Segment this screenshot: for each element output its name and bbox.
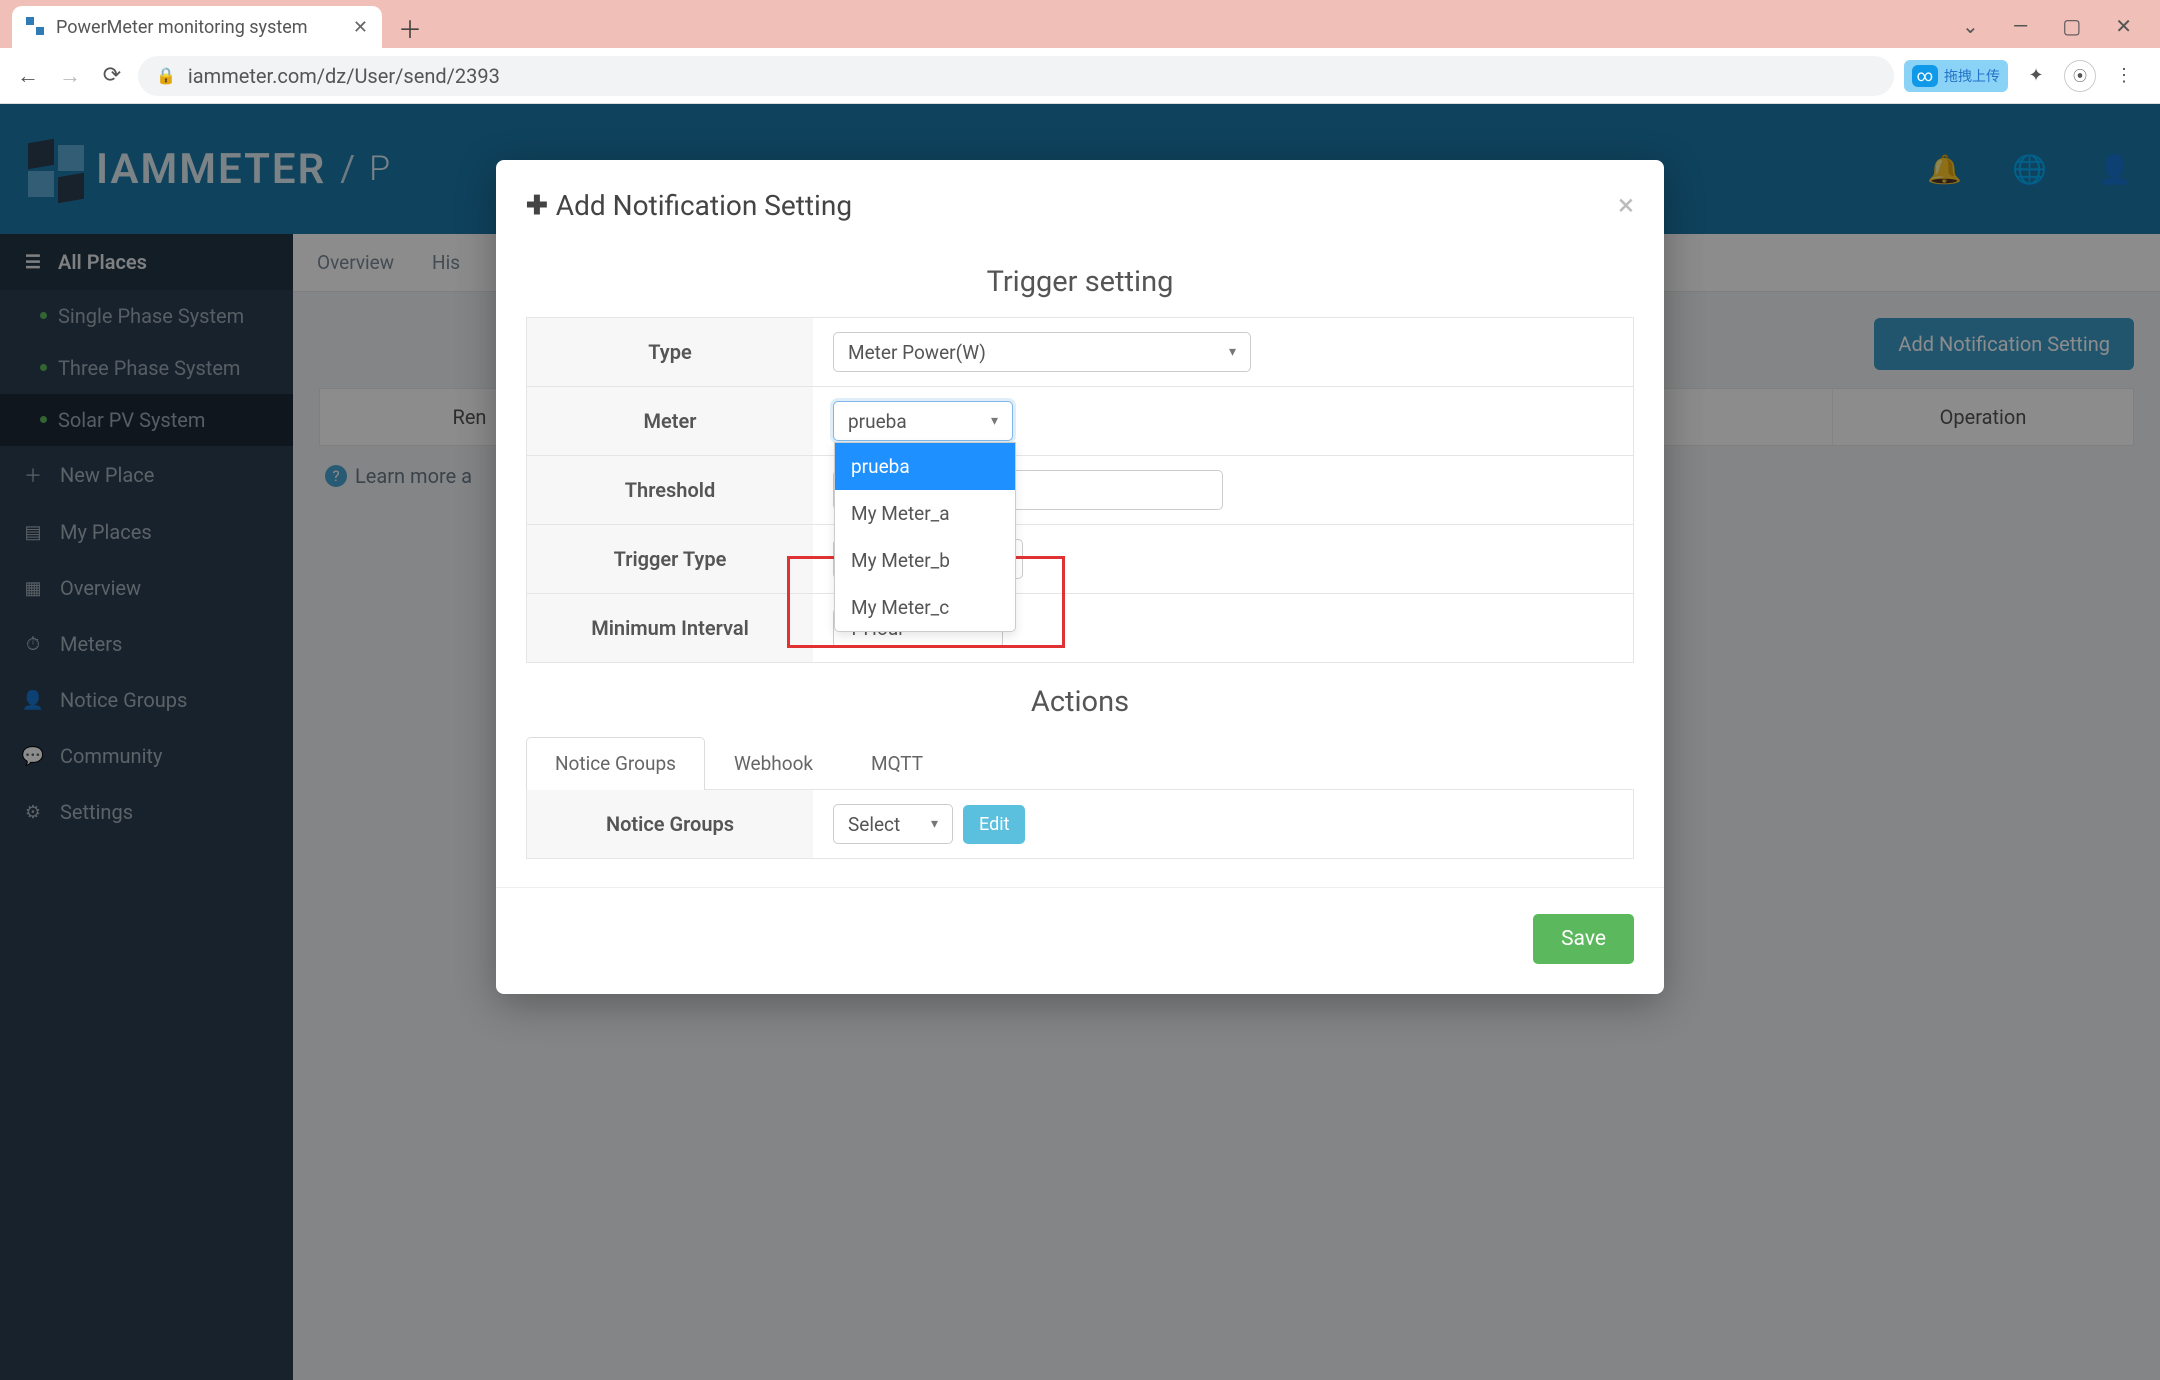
meter-option[interactable]: prueba — [835, 443, 1015, 490]
browser-tab[interactable]: PowerMeter monitoring system ✕ — [12, 6, 382, 48]
tab-title: PowerMeter monitoring system — [56, 17, 308, 38]
notice-groups-value: Select — [848, 813, 900, 836]
meter-option[interactable]: My Meter_a — [835, 490, 1015, 537]
close-icon[interactable]: × — [1618, 188, 1634, 223]
label-trigger-type: Trigger Type — [527, 525, 813, 593]
tab-webhook[interactable]: Webhook — [705, 737, 842, 789]
notice-groups-select[interactable]: Select ▾ — [833, 804, 953, 844]
actions-heading: Actions — [496, 685, 1664, 719]
meter-option[interactable]: My Meter_c — [835, 584, 1015, 631]
meter-dropdown: prueba My Meter_a My Meter_b My Meter_c — [834, 442, 1016, 632]
trigger-form: Type Meter Power(W) ▾ Meter prueba ▾ — [526, 317, 1634, 663]
type-select-value: Meter Power(W) — [848, 341, 986, 364]
meter-select-value: prueba — [848, 410, 907, 433]
edit-button[interactable]: Edit — [963, 805, 1025, 844]
modal-title-text: Add Notification Setting — [556, 189, 852, 222]
address-bar[interactable]: 🔒 iammeter.com/dz/User/send/2393 — [138, 56, 1894, 96]
cloud-icon: ∞ — [1912, 65, 1938, 87]
maximize-icon[interactable]: ▢ — [2062, 14, 2081, 38]
meter-option[interactable]: My Meter_b — [835, 537, 1015, 584]
profile-avatar[interactable]: ⦿ — [2064, 60, 2096, 92]
url-text: iammeter.com/dz/User/send/2393 — [188, 64, 500, 88]
action-form: Notice Groups Select ▾ Edit — [526, 790, 1634, 859]
reload-button[interactable]: ⟳ — [96, 60, 128, 92]
modal-title: ✚ Add Notification Setting — [526, 189, 852, 222]
minimize-icon[interactable]: — — [2013, 14, 2029, 38]
chevron-down-icon: ▾ — [931, 816, 938, 832]
close-tab-icon[interactable]: ✕ — [353, 17, 368, 38]
type-select[interactable]: Meter Power(W) ▾ — [833, 332, 1251, 372]
action-tabs: Notice Groups Webhook MQTT — [526, 737, 1634, 790]
close-window-icon[interactable]: ✕ — [2115, 14, 2132, 38]
meter-select[interactable]: prueba ▾ prueba My Meter_a My Meter_b My… — [833, 401, 1013, 441]
label-threshold: Threshold — [527, 456, 813, 524]
menu-dots-icon[interactable]: ⋮ — [2110, 62, 2138, 90]
modal-overlay: ✚ Add Notification Setting × Trigger set… — [0, 104, 2160, 1380]
label-min-interval: Minimum Interval — [527, 594, 813, 662]
lock-icon: 🔒 — [156, 66, 176, 85]
tab-mqtt[interactable]: MQTT — [842, 737, 952, 789]
label-type: Type — [527, 318, 813, 386]
chevron-down-icon: ▾ — [1229, 344, 1236, 360]
cloud-ext-label: 拖拽上传 — [1944, 66, 2000, 86]
forward-button[interactable]: → — [54, 60, 86, 92]
tab-notice-groups[interactable]: Notice Groups — [526, 737, 705, 790]
plus-icon: ✚ — [526, 191, 548, 221]
cloud-extension[interactable]: ∞ 拖拽上传 — [1904, 60, 2008, 92]
new-tab-button[interactable]: ＋ — [396, 13, 424, 41]
tab-favicon — [26, 17, 46, 37]
back-button[interactable]: ← — [12, 60, 44, 92]
notification-modal: ✚ Add Notification Setting × Trigger set… — [496, 160, 1664, 994]
label-notice-groups: Notice Groups — [527, 790, 813, 858]
chevron-down-icon: ▾ — [991, 413, 998, 429]
label-meter: Meter — [527, 387, 813, 455]
trigger-heading: Trigger setting — [496, 265, 1664, 299]
drop-menu-icon[interactable]: ⌄ — [1962, 14, 1979, 38]
save-button[interactable]: Save — [1533, 914, 1634, 964]
extensions-icon[interactable]: ✦ — [2022, 62, 2050, 90]
